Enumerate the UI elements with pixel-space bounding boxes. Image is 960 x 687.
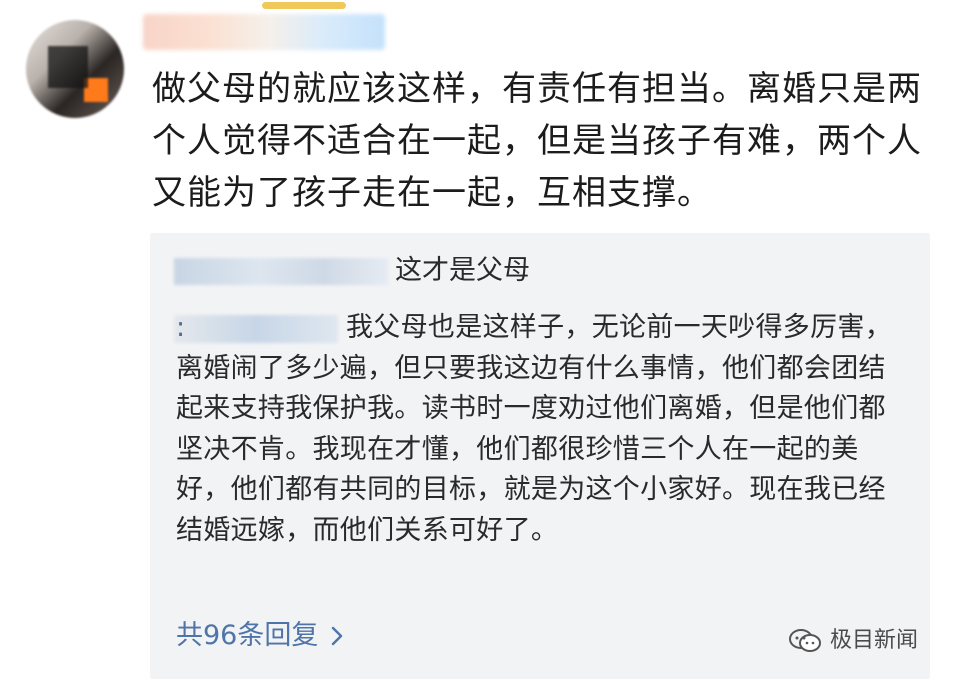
reply-prefix: : <box>176 312 186 343</box>
reply-author-blurred[interactable] <box>174 258 388 285</box>
avatar[interactable] <box>26 20 124 118</box>
view-more-replies-button[interactable]: 共96条回复 <box>176 616 346 656</box>
chevron-right-icon <box>332 626 343 646</box>
comment-text: 做父母的就应该这样，有责任有担当。离婚只是两个人觉得不适合在一起，但是当孩子有难… <box>152 69 922 213</box>
username-blurred[interactable] <box>143 14 385 50</box>
watermark: 极目新闻 <box>788 627 918 655</box>
reply-box: 这才是父母 : 我父母也是这样子，无论前一天吵得多厉害，离婚闹了多少遍，但只要我这… <box>150 233 930 679</box>
reply-text: 这才是父母 <box>395 255 530 286</box>
reply-count-label: 共96条回复 <box>176 620 319 651</box>
reply-body: : 我父母也是这样子，无论前一天吵得多厉害，离婚闹了多少遍，但只要我这边有什么事情… <box>176 308 896 551</box>
top-accent-bar <box>262 2 346 9</box>
wechat-icon <box>789 629 821 652</box>
watermark-text: 极目新闻 <box>830 628 919 653</box>
